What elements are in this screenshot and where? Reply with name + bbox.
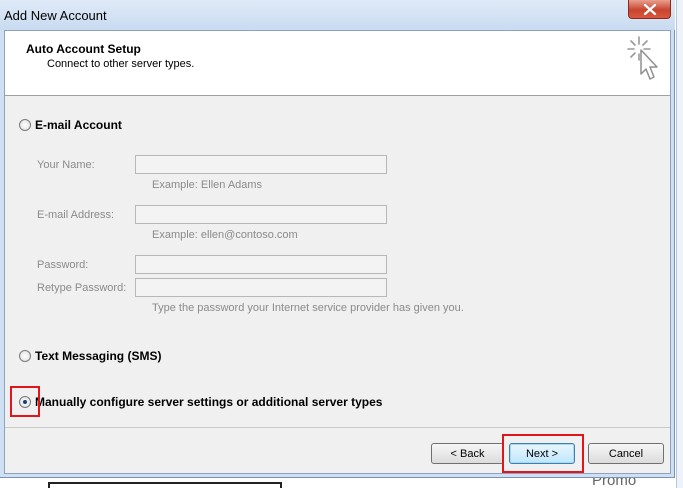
footer-divider bbox=[5, 427, 670, 428]
radio-highlight-annotation bbox=[10, 386, 40, 417]
wizard-cursor-icon bbox=[627, 36, 658, 80]
sms-radio[interactable] bbox=[19, 350, 31, 362]
title-bar: Add New Account bbox=[0, 0, 675, 30]
retype-password-hint: Type the password your Internet service … bbox=[152, 302, 464, 314]
back-button[interactable]: < Back bbox=[431, 443, 504, 464]
close-icon bbox=[643, 3, 656, 15]
dialog-body: Auto Account Setup Connect to other serv… bbox=[4, 30, 671, 474]
your-name-hint: Example: Ellen Adams bbox=[152, 179, 263, 191]
header-subtitle: Connect to other server types. bbox=[47, 58, 195, 70]
retype-password-label: Retype Password: bbox=[37, 282, 127, 294]
add-account-dialog: Add New Account Auto Account Setup Conne… bbox=[0, 0, 675, 478]
close-button[interactable] bbox=[628, 0, 671, 19]
background-window-edge bbox=[676, 0, 683, 488]
sms-label: Text Messaging (SMS) bbox=[35, 349, 162, 363]
manual-config-label: Manually configure server settings or ad… bbox=[35, 395, 383, 409]
next-highlight-annotation bbox=[502, 434, 584, 473]
your-name-field[interactable] bbox=[135, 155, 387, 174]
cancel-button[interactable]: Cancel bbox=[588, 443, 664, 464]
screen: Promo Add New Account Auto Account Setup… bbox=[0, 0, 683, 488]
email-account-option[interactable]: E-mail Account bbox=[19, 118, 122, 132]
email-account-label: E-mail Account bbox=[35, 118, 122, 132]
sms-option[interactable]: Text Messaging (SMS) bbox=[19, 349, 161, 363]
email-address-label: E-mail Address: bbox=[37, 209, 115, 221]
email-address-hint: Example: ellen@contoso.com bbox=[152, 229, 298, 241]
background-box bbox=[48, 482, 282, 488]
email-account-radio[interactable] bbox=[19, 119, 31, 131]
password-field[interactable] bbox=[135, 255, 387, 274]
header-band: Auto Account Setup Connect to other serv… bbox=[5, 31, 670, 96]
window-title: Add New Account bbox=[4, 8, 107, 23]
email-address-field[interactable] bbox=[135, 205, 387, 224]
header-title: Auto Account Setup bbox=[26, 42, 141, 56]
password-label: Password: bbox=[37, 259, 89, 271]
retype-password-field[interactable] bbox=[135, 278, 387, 297]
your-name-label: Your Name: bbox=[37, 159, 95, 171]
manual-config-option[interactable]: Manually configure server settings or ad… bbox=[19, 395, 382, 409]
